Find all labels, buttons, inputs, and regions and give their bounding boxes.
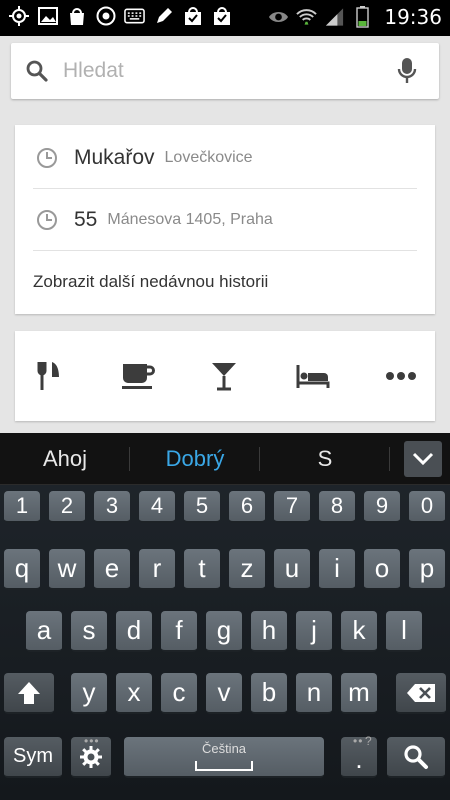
search-key[interactable] [387, 737, 445, 778]
key-a[interactable]: a [26, 611, 62, 652]
restaurant-icon[interactable] [27, 359, 71, 393]
key-e[interactable]: e [94, 549, 130, 590]
suggestion-item[interactable]: Ahoj [0, 433, 130, 485]
key-v[interactable]: v [206, 673, 242, 714]
history-subtitle: Lovečkovice [164, 148, 253, 166]
search-icon [404, 744, 428, 769]
key-b[interactable]: b [251, 673, 287, 714]
search-bar[interactable] [11, 43, 439, 99]
key-j[interactable]: j [296, 611, 332, 652]
main-content: Mukařov Lovečkovice 55 Mánesova 1405, Pr… [0, 36, 450, 433]
history-item[interactable]: Mukařov Lovečkovice [33, 127, 417, 189]
key-c[interactable]: c [161, 673, 197, 714]
key-6[interactable]: 6 [229, 491, 265, 523]
period-key[interactable]: •• ? . [341, 734, 377, 778]
key-u[interactable]: u [274, 549, 310, 590]
check-bag-icon [182, 5, 203, 26]
microphone-icon[interactable] [397, 57, 417, 90]
more-history-link[interactable]: Zobrazit další nedávnou historii [33, 251, 268, 313]
key-z[interactable]: z [229, 549, 265, 590]
search-icon [25, 59, 49, 88]
key-x[interactable]: x [116, 673, 152, 714]
backspace-key[interactable] [396, 673, 446, 714]
more-icon[interactable] [379, 359, 423, 393]
clock-icon [37, 147, 57, 168]
key-o[interactable]: o [364, 549, 400, 590]
hotel-icon[interactable] [291, 359, 335, 393]
key-y[interactable]: y [71, 673, 107, 714]
backspace-icon [407, 683, 435, 702]
history-item[interactable]: 55 Mánesova 1405, Praha [33, 189, 417, 251]
bag-icon [66, 5, 87, 26]
search-input[interactable] [63, 55, 383, 87]
suggestion-bar: Ahoj Dobrý S [0, 433, 450, 485]
sym-key[interactable]: Sym [4, 737, 62, 778]
keyboard-icon [124, 5, 145, 26]
history-title: 55 [74, 207, 98, 231]
space-bar-icon [195, 761, 253, 771]
gps-icon [8, 5, 29, 26]
bar-icon[interactable] [202, 359, 246, 393]
key-i[interactable]: i [319, 549, 355, 590]
system-icons: 19:36 [268, 5, 442, 29]
key-q[interactable]: q [4, 549, 40, 590]
chevron-down-icon [412, 452, 434, 466]
key-8[interactable]: 8 [319, 491, 355, 523]
eye-icon [268, 7, 289, 28]
key-7[interactable]: 7 [274, 491, 310, 523]
shift-icon [18, 681, 40, 704]
key-d[interactable]: d [116, 611, 152, 652]
key-3[interactable]: 3 [94, 491, 130, 523]
history-subtitle: Mánesova 1405, Praha [107, 210, 273, 228]
key-5[interactable]: 5 [184, 491, 220, 523]
wifi-icon [296, 7, 318, 28]
period-label: . [355, 744, 363, 774]
shift-key[interactable] [4, 673, 54, 714]
space-key[interactable]: Čeština [124, 737, 324, 778]
suggestion-item[interactable]: S [260, 433, 390, 485]
key-r[interactable]: r [139, 549, 175, 590]
key-g[interactable]: g [206, 611, 242, 652]
collapse-suggestions-button[interactable] [404, 441, 442, 477]
space-language-label: Čeština [201, 741, 247, 756]
key-0[interactable]: 0 [409, 491, 445, 523]
screen: 19:36 Mukařov Lovečkovice 55 Mánesova 14… [0, 0, 450, 800]
signal-icon [324, 7, 345, 28]
key-4[interactable]: 4 [139, 491, 175, 523]
chrome-icon [95, 5, 116, 26]
key-p[interactable]: p [409, 549, 445, 590]
key-s[interactable]: s [71, 611, 107, 652]
gear-icon [80, 745, 102, 768]
suggestion-divider [389, 447, 390, 471]
key-k[interactable]: k [341, 611, 377, 652]
suggestion-item[interactable]: Dobrý [130, 433, 260, 485]
key-l[interactable]: l [386, 611, 422, 652]
key-9[interactable]: 9 [364, 491, 400, 523]
key-f[interactable]: f [161, 611, 197, 652]
check-bag-icon [211, 5, 232, 26]
clock-time: 19:36 [384, 5, 442, 29]
cafe-icon[interactable] [116, 359, 160, 393]
ellipsis-hint: ••• [84, 734, 100, 748]
key-t[interactable]: t [184, 549, 220, 590]
key-w[interactable]: w [49, 549, 85, 590]
on-screen-keyboard: Ahoj Dobrý S 1 2 3 4 5 6 7 8 9 0 q w e r… [0, 433, 450, 800]
recent-history-card: Mukařov Lovečkovice 55 Mánesova 1405, Pr… [15, 125, 435, 314]
pencil-icon [153, 5, 174, 26]
key-m[interactable]: m [341, 673, 377, 714]
status-bar: 19:36 [0, 0, 450, 36]
notification-icons [8, 5, 232, 26]
ellipsis-hint: •• [353, 734, 364, 748]
key-2[interactable]: 2 [49, 491, 85, 523]
period-key-hint: ? [365, 734, 373, 748]
battery-icon [352, 6, 373, 28]
key-h[interactable]: h [251, 611, 287, 652]
history-title: Mukařov [74, 145, 155, 169]
clock-icon [37, 209, 57, 230]
category-bar [15, 331, 435, 421]
image-icon [37, 5, 58, 26]
key-1[interactable]: 1 [4, 491, 40, 523]
settings-key[interactable]: ••• [71, 734, 111, 778]
key-n[interactable]: n [296, 673, 332, 714]
